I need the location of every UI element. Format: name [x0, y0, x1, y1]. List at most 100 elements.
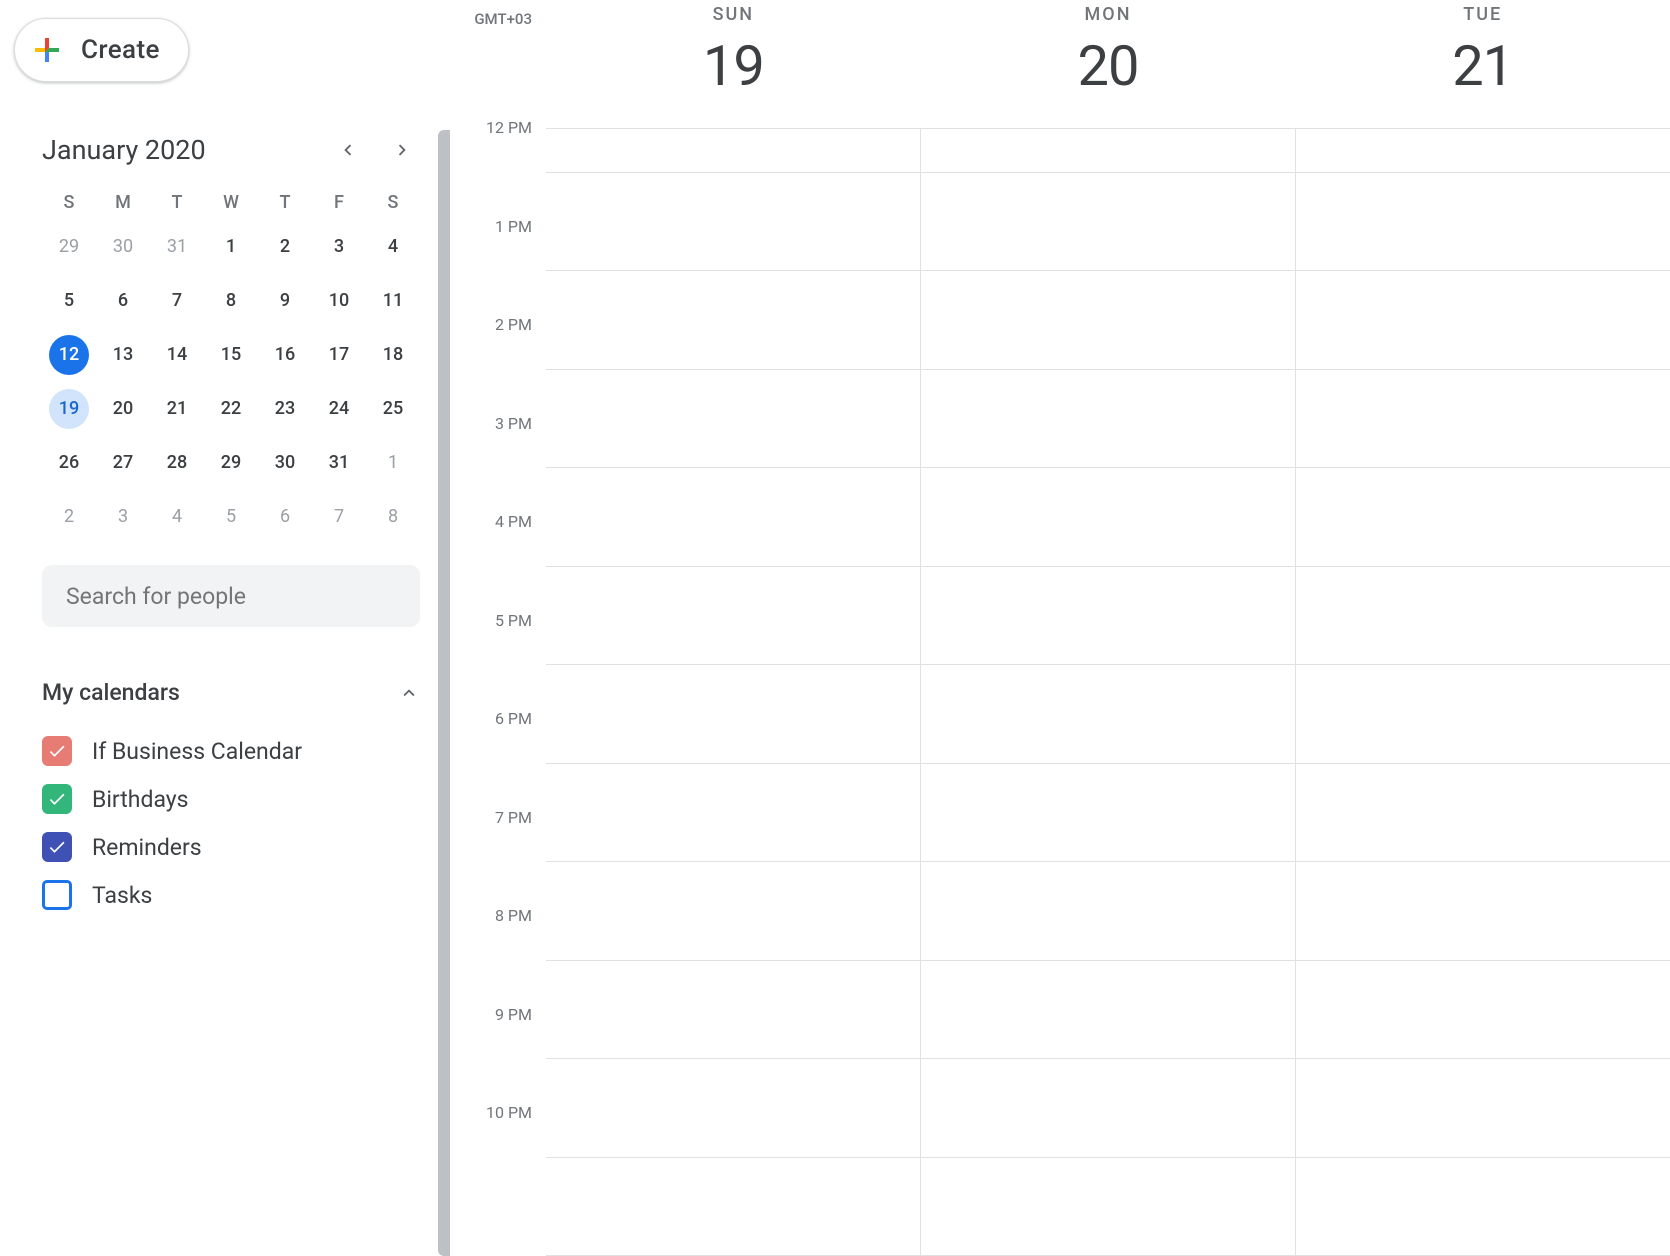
mini-calendar-day[interactable]: 14	[157, 335, 197, 375]
grid-cell[interactable]	[921, 567, 1295, 666]
create-button[interactable]: Create	[14, 18, 189, 82]
calendar-item[interactable]: If Business Calendar	[42, 736, 420, 766]
mini-calendar-day[interactable]: 22	[211, 389, 251, 429]
mini-calendar-day[interactable]: 15	[211, 335, 251, 375]
my-calendars-toggle[interactable]: My calendars	[42, 679, 420, 706]
grid-cell[interactable]	[921, 961, 1295, 1060]
grid-cell[interactable]	[921, 173, 1295, 272]
grid-cell[interactable]	[921, 665, 1295, 764]
day-header[interactable]: SUN19	[546, 0, 921, 128]
mini-calendar-day[interactable]: 3	[103, 497, 143, 537]
mini-calendar-day[interactable]: 8	[211, 281, 251, 321]
mini-calendar-day[interactable]: 23	[265, 389, 305, 429]
mini-calendar-day[interactable]: 7	[319, 497, 359, 537]
grid-cell[interactable]	[1296, 764, 1670, 863]
grid-cell[interactable]	[921, 764, 1295, 863]
calendar-item[interactable]: Reminders	[42, 832, 420, 862]
grid-cell[interactable]	[1296, 862, 1670, 961]
grid-cell[interactable]	[546, 961, 920, 1060]
mini-calendar-day[interactable]: 4	[373, 227, 413, 267]
day-column[interactable]	[920, 129, 1295, 1256]
day-column[interactable]	[546, 129, 920, 1256]
grid-cell[interactable]	[1296, 370, 1670, 469]
mini-calendar-day[interactable]: 6	[103, 281, 143, 321]
grid-cell[interactable]	[546, 370, 920, 469]
mini-calendar-day[interactable]: 11	[373, 281, 413, 321]
mini-calendar-day[interactable]: 27	[103, 443, 143, 483]
mini-calendar-day[interactable]: 7	[157, 281, 197, 321]
day-header[interactable]: TUE21	[1295, 0, 1670, 128]
grid-cell[interactable]	[1296, 173, 1670, 272]
grid-cell[interactable]	[546, 271, 920, 370]
mini-calendar-day[interactable]: 9	[265, 281, 305, 321]
mini-calendar-day[interactable]: 30	[265, 443, 305, 483]
prev-month-button[interactable]	[330, 132, 366, 168]
grid-cell[interactable]	[1296, 665, 1670, 764]
mini-calendar-day[interactable]: 3	[319, 227, 359, 267]
day-column[interactable]	[1295, 129, 1670, 1256]
calendar-checkbox[interactable]	[42, 736, 72, 766]
mini-calendar-day[interactable]: 13	[103, 335, 143, 375]
grid-cell[interactable]	[921, 468, 1295, 567]
mini-calendar-day[interactable]: 5	[49, 281, 89, 321]
mini-calendar-day[interactable]: 2	[265, 227, 305, 267]
mini-calendar-day[interactable]: 1	[373, 443, 413, 483]
grid-cell[interactable]	[546, 1059, 920, 1158]
grid-cell[interactable]	[546, 1158, 920, 1256]
grid-cell[interactable]	[546, 468, 920, 567]
mini-calendar-day[interactable]: 24	[319, 389, 359, 429]
mini-calendar-day[interactable]: 30	[103, 227, 143, 267]
mini-calendar-day[interactable]: 17	[319, 335, 359, 375]
grid-cell[interactable]	[1296, 129, 1670, 173]
search-people-input[interactable]	[64, 582, 398, 611]
calendar-checkbox[interactable]	[42, 832, 72, 862]
mini-calendar-day[interactable]: 29	[49, 227, 89, 267]
mini-calendar-day[interactable]: 31	[157, 227, 197, 267]
mini-calendar-day[interactable]: 16	[265, 335, 305, 375]
day-header[interactable]: MON20	[921, 0, 1296, 128]
grid-body[interactable]	[546, 129, 1670, 1256]
mini-calendar-day[interactable]: 10	[319, 281, 359, 321]
next-month-button[interactable]	[384, 132, 420, 168]
grid-cell[interactable]	[546, 567, 920, 666]
grid-cell[interactable]	[1296, 961, 1670, 1060]
grid-cell[interactable]	[1296, 567, 1670, 666]
calendar-checkbox[interactable]	[42, 880, 72, 910]
grid-cell[interactable]	[921, 129, 1295, 173]
grid-cell[interactable]	[1296, 271, 1670, 370]
grid-cell[interactable]	[1296, 1059, 1670, 1158]
mini-calendar-day[interactable]: 31	[319, 443, 359, 483]
grid-cell[interactable]	[546, 173, 920, 272]
grid-cell[interactable]	[921, 1158, 1295, 1256]
mini-calendar-day[interactable]: 28	[157, 443, 197, 483]
mini-calendar-day[interactable]: 5	[211, 497, 251, 537]
grid-cell[interactable]	[546, 764, 920, 863]
mini-calendar-day[interactable]: 12	[49, 335, 89, 375]
mini-calendar-day[interactable]: 26	[49, 443, 89, 483]
grid-cell[interactable]	[921, 1059, 1295, 1158]
mini-calendar-day[interactable]: 20	[103, 389, 143, 429]
grid-cell[interactable]	[546, 665, 920, 764]
mini-calendar-day[interactable]: 4	[157, 497, 197, 537]
mini-calendar-day[interactable]: 2	[49, 497, 89, 537]
grid-cell[interactable]	[1296, 468, 1670, 567]
grid-cell[interactable]	[921, 862, 1295, 961]
grid-cell[interactable]	[921, 271, 1295, 370]
mini-calendar-day[interactable]: 19	[49, 389, 89, 429]
grid-cell[interactable]	[546, 129, 920, 173]
mini-calendar-day[interactable]: 25	[373, 389, 413, 429]
mini-calendar-day[interactable]: 1	[211, 227, 251, 267]
grid-cell[interactable]	[546, 862, 920, 961]
scroll-indicator[interactable]	[438, 130, 450, 1256]
search-people-box[interactable]	[42, 565, 420, 627]
grid-cell[interactable]	[1296, 1158, 1670, 1256]
calendar-checkbox[interactable]	[42, 784, 72, 814]
mini-calendar-day[interactable]: 21	[157, 389, 197, 429]
mini-calendar-day[interactable]: 29	[211, 443, 251, 483]
calendar-item[interactable]: Tasks	[42, 880, 420, 910]
grid-cell[interactable]	[921, 370, 1295, 469]
mini-calendar-day[interactable]: 18	[373, 335, 413, 375]
mini-calendar-day[interactable]: 8	[373, 497, 413, 537]
calendar-item[interactable]: Birthdays	[42, 784, 420, 814]
mini-calendar-day[interactable]: 6	[265, 497, 305, 537]
